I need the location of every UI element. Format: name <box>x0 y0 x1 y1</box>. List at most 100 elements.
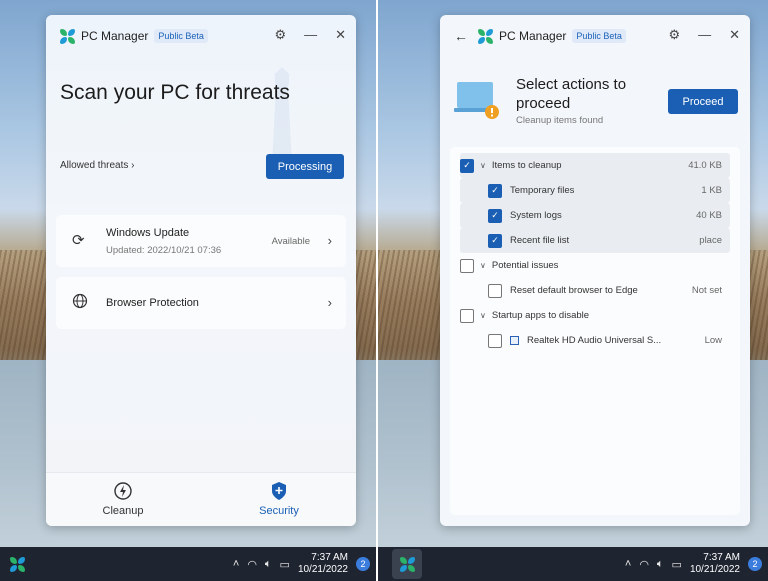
checkbox-checked[interactable]: ✓ <box>488 183 502 198</box>
chevron-up-icon[interactable]: ˄ <box>233 558 239 570</box>
nav-cleanup[interactable]: Cleanup <box>83 481 163 517</box>
titlebar: ← PC Manager Public Beta ⚙ — ✕ <box>440 15 750 57</box>
pc-manager-window-security: PC Manager Public Beta ⚙ — ✕ Scan your P… <box>46 15 356 526</box>
taskbar: ˄ ◠ 🔈︎ ▭ 7:37 AM 10/21/2022 2 <box>0 547 376 581</box>
nav-security-label: Security <box>259 505 299 517</box>
chevron-up-icon[interactable]: ˄ <box>625 558 631 570</box>
battery-icon[interactable]: ▭ <box>672 558 682 571</box>
checkbox-unchecked[interactable] <box>488 283 502 298</box>
processing-button[interactable]: Processing <box>266 154 344 179</box>
beta-badge: Public Beta <box>572 29 626 43</box>
close-icon[interactable]: ✕ <box>729 27 740 43</box>
row-label: Potential issues <box>491 260 559 271</box>
row-label: Items to cleanup <box>491 160 562 171</box>
clock-time: 7:37 AM <box>703 552 740 563</box>
list-item[interactable]: ✓ Temporary files 1 KB <box>460 178 730 203</box>
notification-badge[interactable]: 2 <box>748 557 762 571</box>
checkbox-unchecked[interactable] <box>460 308 474 323</box>
close-icon[interactable]: ✕ <box>335 27 346 43</box>
row-value: place <box>699 235 722 246</box>
checkbox-unchecked[interactable] <box>488 333 502 348</box>
header-title: Select actions to proceed <box>516 76 627 112</box>
volume-icon[interactable]: 🔈︎ <box>265 558 272 571</box>
row-value: Not set <box>691 285 722 296</box>
checkbox-checked[interactable]: ✓ <box>488 208 502 223</box>
globe-icon <box>72 293 88 313</box>
pc-manager-taskbar-button[interactable] <box>4 551 30 577</box>
list-item[interactable]: ∨ Potential issues <box>460 253 730 278</box>
window-controls: ⚙ — ✕ <box>274 27 346 43</box>
allowed-threats-link[interactable]: Allowed threats › <box>60 160 135 171</box>
pc-manager-logo-icon <box>9 556 25 572</box>
row-label: Recent file list <box>510 235 570 246</box>
settings-gear-icon[interactable]: ⚙ <box>668 27 680 43</box>
minimize-icon[interactable]: — <box>304 27 317 43</box>
row-label: Startup apps to disable <box>491 310 590 321</box>
list-item[interactable]: ✓ Recent file list place <box>460 228 730 253</box>
card-title: Browser Protection <box>106 297 199 309</box>
app-title: PC Manager <box>81 29 149 43</box>
header-subtitle: Cleanup items found <box>516 115 604 126</box>
nav-security[interactable]: Security <box>239 481 319 517</box>
clock[interactable]: 7:37 AM 10/21/2022 <box>298 552 348 576</box>
windows-update-card[interactable]: ⟳ Windows Update Updated: 2022/10/21 07:… <box>56 215 346 267</box>
clock-time: 7:37 AM <box>311 552 348 563</box>
window-controls: ⚙ — ✕ <box>668 27 740 43</box>
clock[interactable]: 7:37 AM 10/21/2022 <box>690 552 740 576</box>
card-title: Windows Update <box>106 227 190 239</box>
list-item[interactable]: Realtek HD Audio Universal S... Low <box>460 328 730 353</box>
allowed-threats-label: Allowed threats <box>60 160 129 171</box>
checkbox-checked[interactable]: ✓ <box>488 233 502 248</box>
chevron-right-icon: › <box>131 160 135 171</box>
list-item[interactable]: ✓ System logs 40 KB <box>460 203 730 228</box>
wifi-icon[interactable]: ◠ <box>639 558 649 571</box>
left-screen: PC Manager Public Beta ⚙ — ✕ Scan your P… <box>0 0 376 581</box>
row-label: Reset default browser to Edge <box>510 285 638 296</box>
app-title: PC Manager <box>499 29 567 43</box>
pc-manager-logo-icon <box>478 28 493 44</box>
system-tray: ˄ ◠ 🔈︎ ▭ 7:37 AM 10/21/2022 2 <box>233 547 370 581</box>
card-subtitle: Updated: 2022/10/21 07:36 <box>106 245 222 256</box>
proceed-button[interactable]: Proceed <box>668 89 738 114</box>
browser-protection-card[interactable]: Browser Protection › <box>56 277 346 329</box>
right-screen: ← PC Manager Public Beta ⚙ — ✕ Select ac… <box>378 0 768 581</box>
titlebar: PC Manager Public Beta ⚙ — ✕ <box>46 15 356 57</box>
lightning-icon <box>114 482 132 500</box>
chevron-down-icon[interactable]: ∨ <box>480 261 486 270</box>
settings-gear-icon[interactable]: ⚙ <box>274 27 286 43</box>
refresh-icon: ⟳ <box>72 232 85 249</box>
row-value: 40 KB <box>696 210 722 221</box>
laptop-warning-icon <box>454 82 499 119</box>
checkbox-checked[interactable]: ✓ <box>460 158 474 173</box>
battery-icon[interactable]: ▭ <box>280 558 290 571</box>
clock-date: 10/21/2022 <box>689 564 740 575</box>
clock-date: 10/21/2022 <box>297 564 348 575</box>
volume-icon[interactable]: 🔈︎ <box>657 558 664 571</box>
row-label: Temporary files <box>510 185 575 196</box>
row-label: System logs <box>510 210 562 221</box>
chevron-down-icon[interactable]: ∨ <box>480 161 486 170</box>
list-item[interactable]: ∨ Startup apps to disable <box>460 303 730 328</box>
shield-icon <box>272 482 286 500</box>
row-value: Low <box>704 335 722 346</box>
pc-manager-taskbar-button[interactable] <box>392 549 422 579</box>
update-status: Available <box>271 236 310 247</box>
back-arrow-icon[interactable]: ← <box>454 28 468 44</box>
wifi-icon[interactable]: ◠ <box>247 558 257 571</box>
app-icon <box>510 336 519 345</box>
notification-badge[interactable]: 2 <box>356 557 370 571</box>
pc-manager-window-cleanup: ← PC Manager Public Beta ⚙ — ✕ Select ac… <box>440 15 750 526</box>
nav-cleanup-label: Cleanup <box>102 505 144 517</box>
checkbox-unchecked[interactable] <box>460 258 474 273</box>
lighthouse-illustration-icon <box>272 67 292 165</box>
bottom-navigation: Cleanup Security <box>46 472 356 526</box>
system-tray: ˄ ◠ 🔈︎ ▭ 7:37 AM 10/21/2022 2 <box>625 547 762 581</box>
chevron-right-icon: › <box>327 295 332 310</box>
list-item[interactable]: ✓ ∨ Items to cleanup 41.0 KB <box>460 153 730 178</box>
minimize-icon[interactable]: — <box>698 27 711 43</box>
list-item[interactable]: Reset default browser to Edge Not set <box>460 278 730 303</box>
cleanup-items-panel: ✓ ∨ Items to cleanup 41.0 KB ✓ Temporary… <box>450 147 740 515</box>
pc-manager-logo-icon <box>399 556 415 572</box>
beta-badge: Public Beta <box>154 29 208 43</box>
chevron-down-icon[interactable]: ∨ <box>480 311 486 320</box>
